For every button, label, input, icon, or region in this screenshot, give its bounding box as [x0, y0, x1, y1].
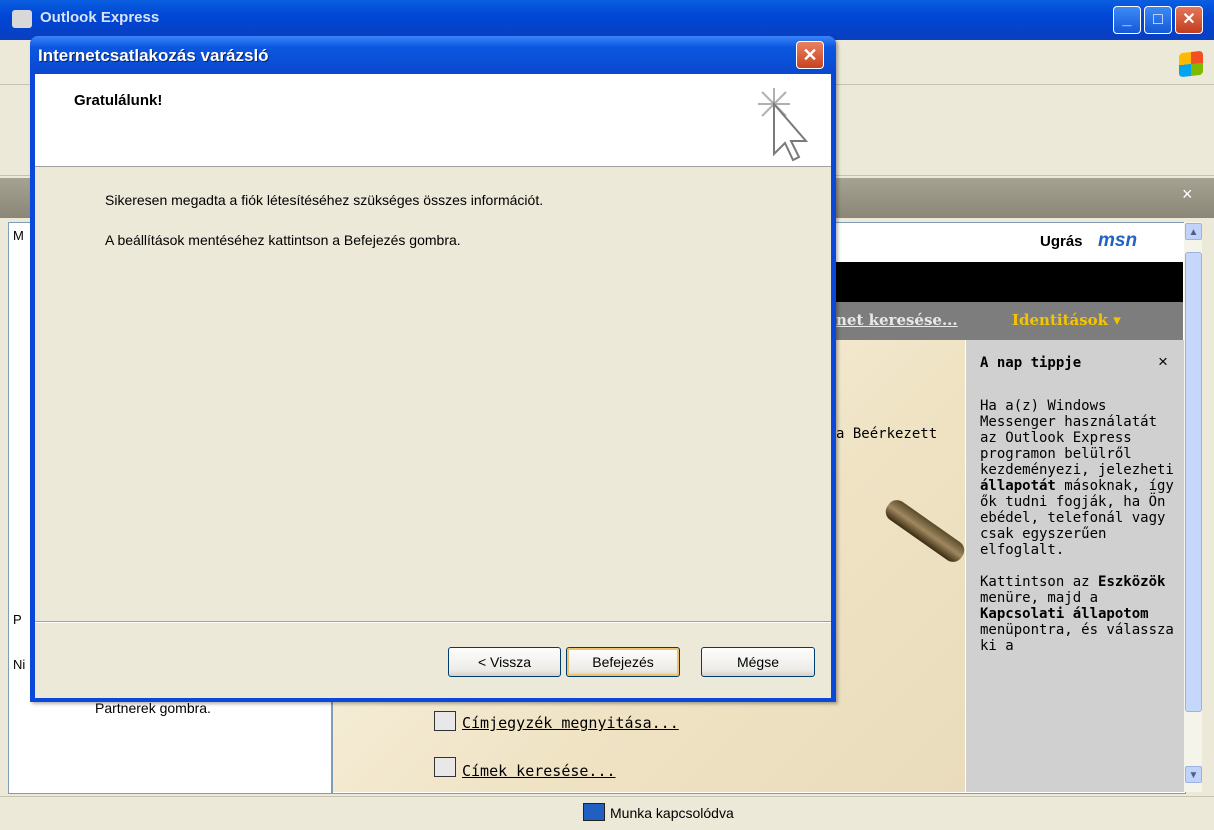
find-people-link[interactable]: Címek keresése... [462, 762, 616, 780]
tip-bold-text: állapotát [980, 478, 1056, 494]
address-book-icon[interactable] [434, 711, 456, 731]
tip-text: menüre, majd a [980, 590, 1099, 606]
outlook-titlebar[interactable] [0, 0, 1214, 40]
back-button[interactable]: < Vissza [448, 647, 561, 677]
scroll-up-button[interactable]: ▲ [1185, 223, 1202, 240]
dialog-title: Internetcsatlakozás varázsló [38, 46, 269, 65]
dialog-close-button[interactable]: ✕ [796, 41, 824, 69]
dialog-header [35, 74, 831, 167]
minimize-button[interactable]: _ [1113, 6, 1141, 34]
msn-logo[interactable]: msn [1098, 230, 1137, 252]
wizard-cursor-icon [758, 88, 809, 162]
open-address-book-link[interactable]: Címjegyzék megnyitása... [462, 714, 679, 732]
status-bar [0, 796, 1214, 830]
folders-pane-label: M [13, 228, 24, 243]
tip-text: Ha a(z) Windows Messenger használatát az… [980, 398, 1174, 478]
dialog-heading: Gratulálunk! [74, 92, 163, 109]
dialog-separator [35, 621, 831, 623]
tip-text: menüpontra, és válassza ki a [980, 622, 1174, 654]
header-close-icon[interactable]: × [1182, 184, 1193, 205]
scroll-thumb[interactable] [1185, 252, 1202, 712]
contacts-tip-text: Partnerek gombra. [95, 700, 211, 716]
people-search-link[interactable]: net keresése... [836, 311, 958, 329]
identities-menu[interactable]: Identitások ▾ [1012, 311, 1121, 329]
outlook-window-title: Outlook Express [40, 9, 160, 26]
inbox-text-fragment: a Beérkezett [836, 426, 938, 442]
finish-button[interactable]: Befejezés [566, 647, 680, 677]
tip-body: Ha a(z) Windows Messenger használatát az… [980, 398, 1180, 654]
tip-text: Kattintson az [980, 574, 1099, 590]
tip-bold-text: Kapcsolati állapotom [980, 606, 1149, 622]
dialog-body [35, 74, 831, 698]
find-people-icon[interactable] [434, 757, 456, 777]
windows-logo-icon [1179, 50, 1203, 78]
network-computer-icon [583, 803, 605, 821]
outlook-close-button[interactable]: ✕ [1175, 6, 1203, 34]
tip-close-icon[interactable]: × [1158, 352, 1168, 372]
cancel-button[interactable]: Mégse [701, 647, 815, 677]
dialog-message-line2: A beállítások mentéséhez kattintson a Be… [105, 232, 461, 248]
dialog-message-line1: Sikeresen megadta a fiók létesítéséhez s… [105, 192, 544, 208]
msn-goto-link[interactable]: Ugrás [1040, 233, 1083, 250]
maximize-button[interactable]: □ [1144, 6, 1172, 34]
outlook-app-icon [12, 10, 32, 28]
connection-status-text: Munka kapcsolódva [610, 805, 734, 821]
contacts-pane-label: P [13, 612, 22, 627]
scroll-down-button[interactable]: ▼ [1185, 766, 1202, 783]
tip-title: A nap tippje [980, 355, 1082, 371]
tip-bold-text: Eszközök [1098, 574, 1166, 590]
contacts-pane-text: Ni [13, 657, 26, 672]
